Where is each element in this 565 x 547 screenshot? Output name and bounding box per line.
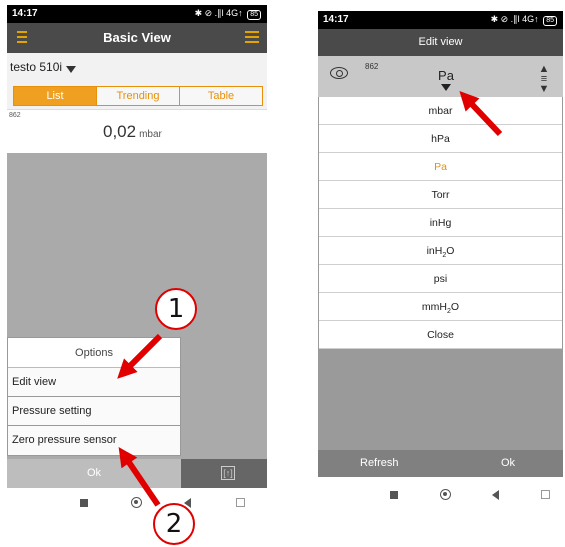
unit-option-pa[interactable]: Pa: [319, 153, 562, 181]
unit-option-inhg[interactable]: inHg: [319, 209, 562, 237]
page-title: Basic View: [103, 30, 171, 45]
android-nav-bar: [7, 488, 267, 518]
options-menu: Options Edit view Pressure setting Zero …: [7, 337, 181, 456]
android-nav-bar: [318, 477, 563, 513]
device-selector[interactable]: testo 510i: [10, 60, 77, 74]
unit-option-mmh2o[interactable]: mmH2O: [319, 293, 562, 321]
expand-icon[interactable]: [541, 490, 550, 499]
ok-button[interactable]: Ok: [7, 459, 181, 488]
reading-value: 0,02: [103, 122, 137, 141]
home-icon[interactable]: [440, 489, 451, 500]
callout-number-1: 1: [155, 288, 197, 330]
status-system-icons: ✱ ⊘ .∥l 4G↑: [490, 14, 539, 24]
export-icon[interactable]: [↑]: [221, 466, 235, 480]
phone-basic-view: 14:17 ✱ ⊘ .∥l 4G↑ 85 Basic View testo 51…: [7, 5, 267, 518]
reading-unit: mbar: [139, 129, 162, 140]
expand-icon[interactable]: [236, 498, 245, 507]
recent-apps-icon[interactable]: [390, 491, 398, 499]
app-header: Edit view: [318, 29, 563, 56]
unit-dropdown[interactable]: Pa: [434, 68, 458, 91]
dropdown-caret-icon: [441, 84, 451, 91]
probe-index: 862: [9, 112, 21, 119]
tab-list[interactable]: List: [14, 87, 97, 105]
tab-trending[interactable]: Trending: [97, 87, 180, 105]
unit-option-mbar[interactable]: mbar: [319, 97, 562, 125]
bottom-bar: Ok [↑]: [7, 459, 267, 488]
callout-number-2: 2: [153, 503, 195, 545]
phone-edit-view: 14:17 ✱ ⊘ .∥l 4G↑ 85 Edit view 862 Pa ▲ ≡…: [318, 11, 563, 513]
status-icons: ✱ ⊘ .∥l 4G↑ 85: [195, 8, 261, 20]
unit-current: Pa: [438, 68, 454, 83]
unit-tail: O: [446, 245, 455, 257]
unit-label: Pa: [434, 161, 447, 173]
battery-icon: 85: [543, 16, 557, 26]
menu-item-pressure-setting[interactable]: Pressure setting: [8, 397, 180, 426]
status-system-icons: ✱ ⊘ .∥l 4G↑: [194, 8, 243, 18]
unit-label: inHg: [429, 217, 452, 229]
unit-option-inh2o[interactable]: inH2O: [319, 237, 562, 265]
close-button[interactable]: Close: [319, 321, 562, 349]
probe-index: 862: [365, 62, 379, 71]
refresh-button[interactable]: Refresh: [360, 457, 399, 469]
page-title: Edit view: [418, 36, 463, 48]
status-time: 14:17: [12, 8, 38, 19]
measurement-panel: testo 510i List Trending Table 862 0,02 m…: [7, 53, 267, 153]
unit-label: Torr: [431, 189, 450, 201]
app-header: Basic View: [7, 23, 267, 53]
view-tabs: List Trending Table: [13, 86, 263, 106]
status-icons: ✱ ⊘ .∥l 4G↑ 85: [491, 14, 557, 26]
screenshot-stage: 14:17 ✱ ⊘ .∥l 4G↑ 85 Basic View testo 51…: [0, 0, 565, 547]
unit-label: hPa: [431, 133, 450, 145]
status-bar: 14:17 ✱ ⊘ .∥l 4G↑ 85: [7, 5, 267, 23]
edit-toolbar: 862 Pa ▲ ≡ ▼: [318, 56, 563, 97]
unit-label: mmH: [421, 301, 447, 313]
unit-label: mbar: [428, 105, 453, 117]
unit-option-psi[interactable]: psi: [319, 265, 562, 293]
status-bar: 14:17 ✱ ⊘ .∥l 4G↑ 85: [318, 11, 563, 29]
sort-icon[interactable]: ▲ ≡ ▼: [537, 64, 551, 95]
battery-icon: 85: [247, 10, 261, 20]
device-name: testo 510i: [10, 60, 63, 74]
reading-row[interactable]: 862 0,02 mbar: [7, 109, 267, 153]
recent-apps-icon[interactable]: [80, 499, 88, 507]
bottom-bar: Refresh Ok: [318, 450, 563, 477]
unit-label: inH: [426, 245, 443, 257]
reading-value-wrap: 0,02 mbar: [103, 122, 162, 142]
home-icon[interactable]: [131, 497, 142, 508]
visibility-eye-icon[interactable]: [330, 67, 348, 79]
status-time: 14:17: [323, 14, 349, 25]
list-menu-icon[interactable]: [13, 31, 27, 43]
menu-item-zero-pressure-sensor[interactable]: Zero pressure sensor: [8, 426, 180, 455]
unit-tail: O: [450, 301, 460, 313]
options-title: Options: [8, 338, 180, 368]
back-icon[interactable]: [492, 490, 499, 500]
menu-item-edit-view[interactable]: Edit view: [8, 368, 180, 397]
unit-label: psi: [433, 273, 448, 285]
unit-list: mbar hPa Pa Torr inHg inH2O psi mmH2O Cl…: [319, 97, 562, 349]
dropdown-caret-icon: [66, 66, 77, 73]
main-content: testo 510i List Trending Table 862 0,02 m…: [7, 53, 267, 490]
ok-button[interactable]: Ok: [501, 457, 515, 469]
tab-table[interactable]: Table: [180, 87, 262, 105]
unit-option-hpa[interactable]: hPa: [319, 125, 562, 153]
unit-option-torr[interactable]: Torr: [319, 181, 562, 209]
menu-icon[interactable]: [245, 31, 259, 43]
main-content: 862 Pa ▲ ≡ ▼ mbar hPa Pa Torr inHg inH2O p…: [318, 56, 563, 468]
